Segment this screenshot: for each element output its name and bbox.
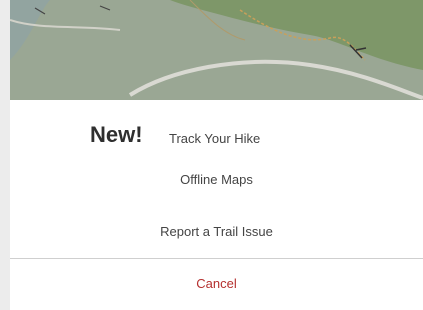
action-sheet: New! Track Your Hike Offline Maps Report… xyxy=(10,100,423,310)
offline-maps-item[interactable]: Offline Maps xyxy=(10,172,423,192)
divider xyxy=(10,258,423,259)
report-trail-issue-label: Report a Trail Issue xyxy=(160,224,273,239)
track-your-hike-label: Track Your Hike xyxy=(169,131,261,146)
map-illustration xyxy=(10,0,423,100)
track-your-hike-item[interactable]: New! Track Your Hike xyxy=(10,112,423,148)
cancel-label: Cancel xyxy=(196,276,237,291)
left-edge-strip xyxy=(0,0,10,310)
cancel-button[interactable]: Cancel xyxy=(10,276,423,296)
offline-maps-label: Offline Maps xyxy=(180,172,253,187)
map-background xyxy=(10,0,423,100)
new-badge: New! xyxy=(90,122,143,147)
report-trail-issue-item[interactable]: Report a Trail Issue xyxy=(10,224,423,244)
